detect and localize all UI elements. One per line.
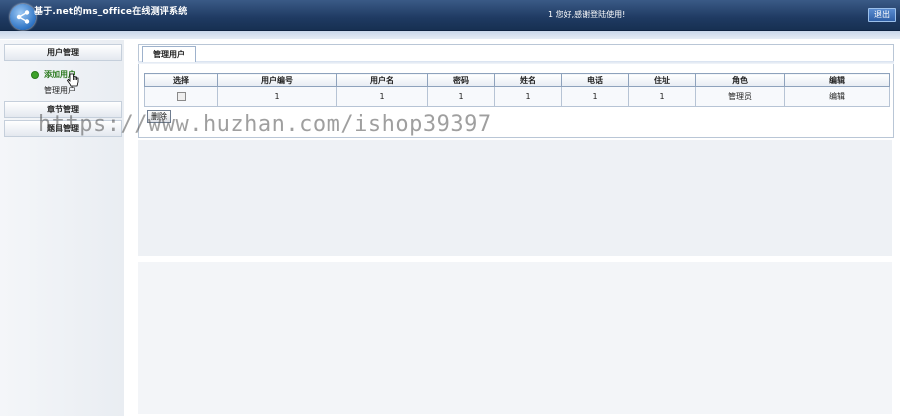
tab-manage-users[interactable]: 管理用户 (142, 46, 196, 62)
column-header: 角色 (695, 73, 785, 87)
bullet-icon (31, 71, 39, 79)
table-cell: 1 (494, 86, 562, 107)
sub-bar (0, 31, 900, 39)
table-cell: 1 (628, 86, 696, 107)
app-title: 基于.net的ms_office在线测评系统 (34, 7, 188, 17)
ghost-panel-lower (138, 262, 892, 414)
row-checkbox[interactable] (176, 92, 186, 101)
table-cell: 1 (217, 86, 337, 107)
column-header: 住址 (628, 73, 696, 87)
users-table: 选择 用户编号 用户名 密码 姓名 电话 住址 角色 编辑 1 1 1 1 1 … (144, 73, 890, 107)
column-header: 姓名 (494, 73, 562, 87)
column-header: 编辑 (784, 73, 890, 87)
column-header: 密码 (427, 73, 495, 87)
tab-strip (138, 61, 894, 64)
watermark-text: https://www.huzhan.com/ishop39397 (38, 112, 492, 137)
ghost-panel (138, 140, 892, 256)
select-cell (144, 86, 218, 107)
column-header: 用户编号 (217, 73, 337, 87)
table-cell: 1 (561, 86, 629, 107)
table-row: 1 1 1 1 1 1 管理员 编辑 (144, 86, 890, 107)
table-cell: 1 (427, 86, 495, 107)
sidebar: 用户管理 添加用户 管理用户 章节管理 题目管理 (0, 40, 124, 416)
top-bar: 基于.net的ms_office在线测评系统 1 您好,感谢登陆使用! 退出 (0, 0, 900, 31)
column-header: 用户名 (336, 73, 428, 87)
column-header: 选择 (144, 73, 218, 87)
table-header-row: 选择 用户编号 用户名 密码 姓名 电话 住址 角色 编辑 (144, 73, 890, 87)
sidebar-section-user-mgmt[interactable]: 用户管理 (4, 44, 122, 61)
share-logo-icon (10, 4, 36, 30)
hand-cursor-icon (67, 73, 79, 87)
welcome-text: 1 您好,感谢登陆使用! (548, 10, 626, 19)
table-cell: 管理员 (695, 86, 785, 107)
table-cell: 1 (336, 86, 428, 107)
column-header: 电话 (561, 73, 629, 87)
edit-link[interactable]: 编辑 (784, 86, 890, 107)
logout-button[interactable]: 退出 (868, 8, 896, 22)
